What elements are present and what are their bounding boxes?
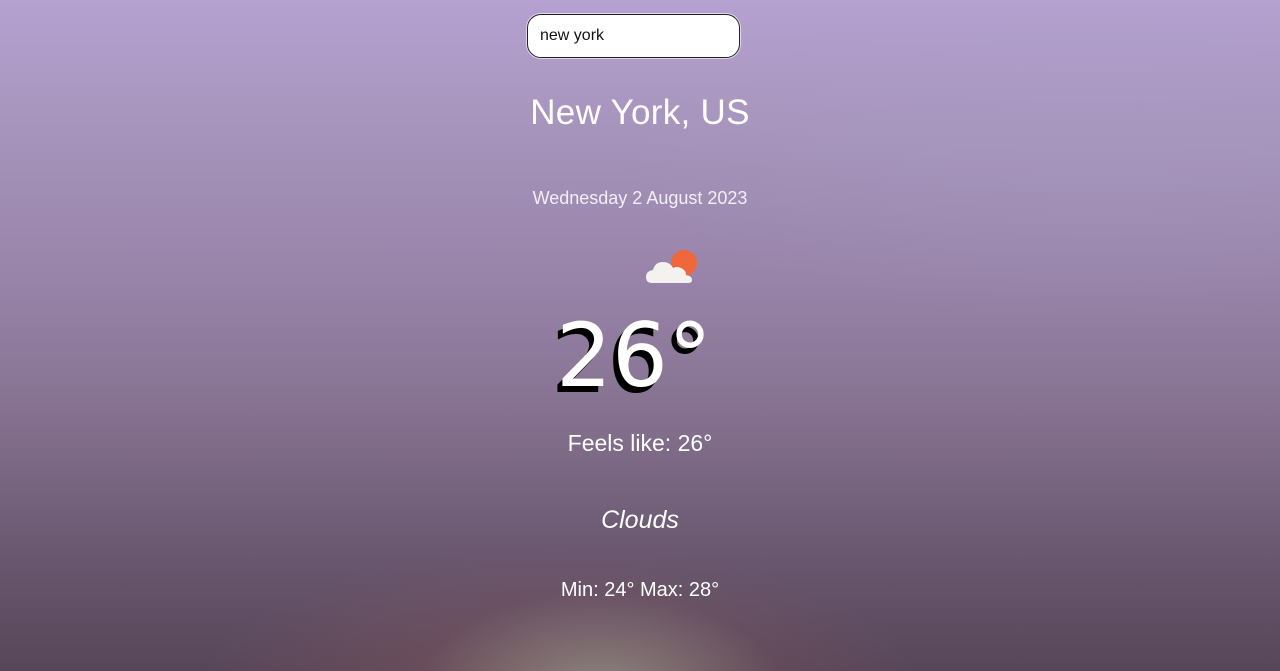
min-max-temperature: Min: 24° Max: 28° xyxy=(560,579,720,601)
partly-cloudy-icon xyxy=(644,246,700,286)
current-date: Wednesday 2 August 2023 xyxy=(532,188,748,208)
search-input[interactable] xyxy=(527,14,740,58)
temperature: 26° xyxy=(556,304,712,407)
weather-description: Clouds xyxy=(601,506,679,534)
feels-like: Feels like: 26° xyxy=(567,430,713,456)
location-name: New York, US xyxy=(530,93,750,132)
